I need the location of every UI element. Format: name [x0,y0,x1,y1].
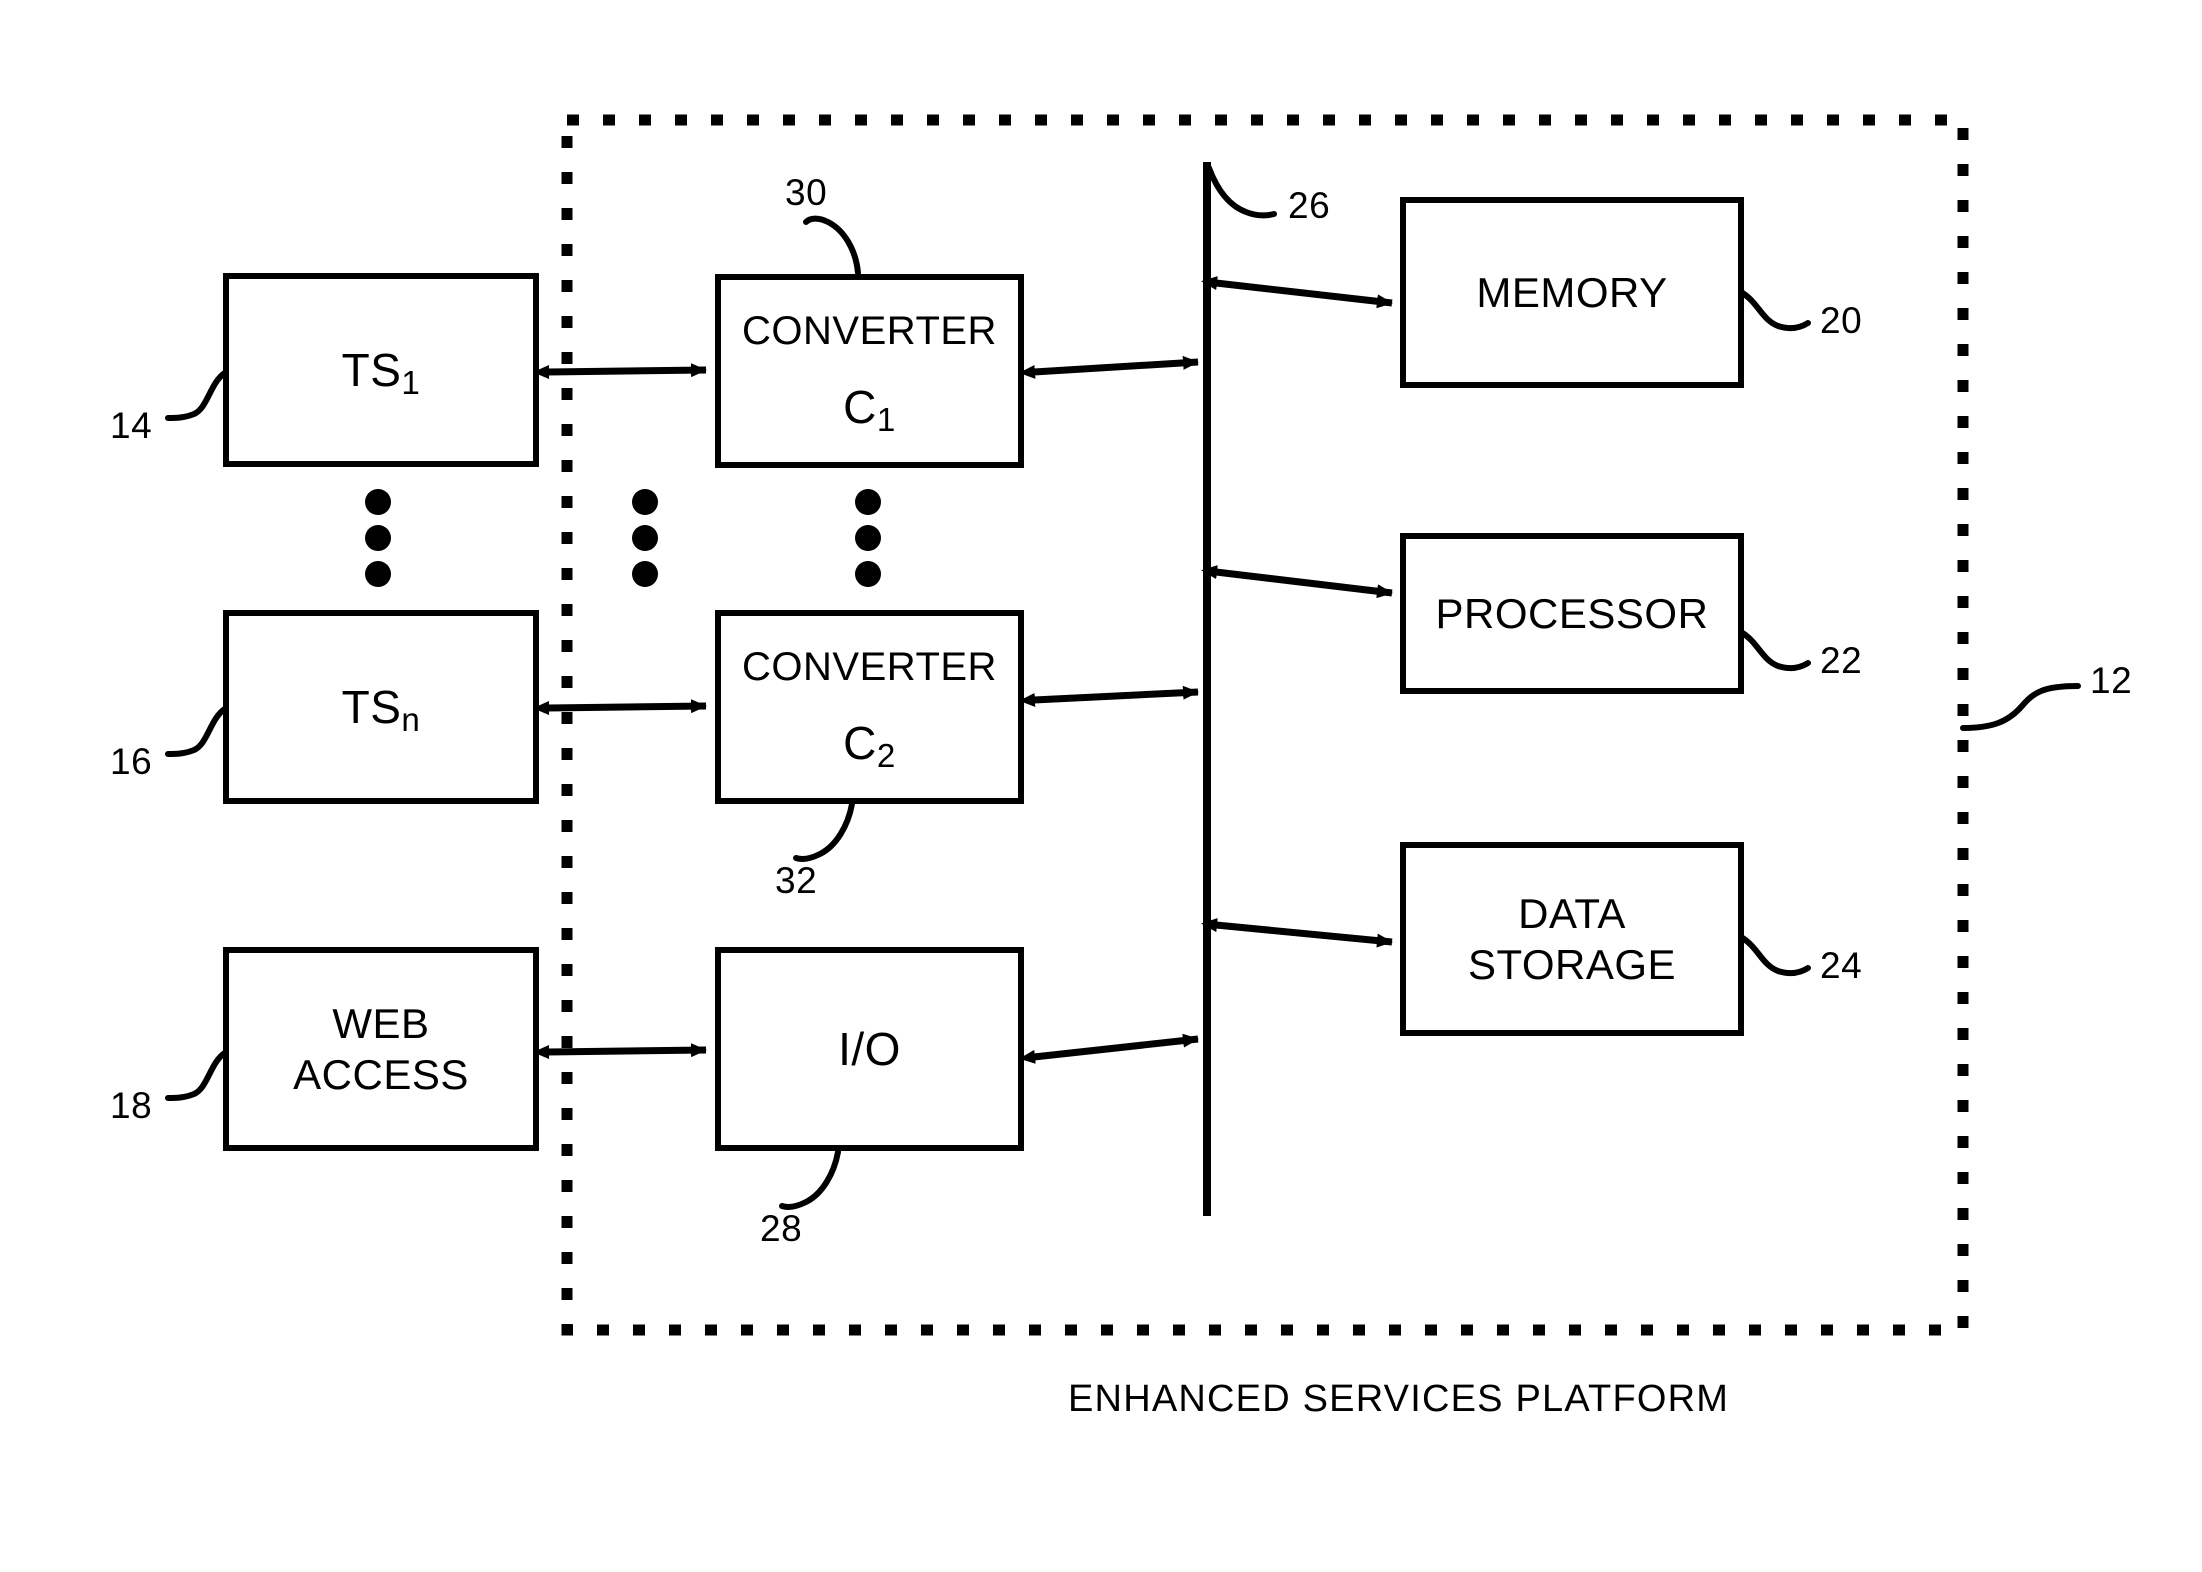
arrow-bus-to-processor [1201,565,1393,599]
ellipsis-terminals [365,489,391,587]
arrow-ts1-to-converter-c1 [533,363,707,379]
converter-c1-box [715,274,1024,468]
leader-ref-14 [165,369,229,421]
processor-box [1400,533,1744,694]
ref-number-32: 32 [775,860,818,901]
ref-number-24: 24 [1820,945,1863,986]
ref-number-30: 30 [785,172,828,213]
web-access-box [223,947,539,1151]
ref-number-20: 20 [1820,300,1863,341]
leader-ref-32 [793,801,855,862]
ref-number-26: 26 [1288,185,1331,226]
ref-number-12: 12 [2090,660,2133,701]
ref-number-18: 18 [110,1085,153,1126]
ref-number-14: 14 [110,405,153,446]
leader-ref-28 [779,1149,841,1210]
ts1-box [223,273,539,467]
ellipsis-boundary [632,489,658,587]
arrow-bus-to-memory [1201,276,1393,309]
leader-ref-18 [165,1049,229,1101]
diagram-vector-layer [165,114,2081,1336]
leader-ref-30 [803,215,861,276]
leader-ref-12 [1960,683,2081,731]
converter-c2-box [715,610,1024,804]
leader-ref-20 [1738,289,1811,332]
arrow-converter-c2-to-bus [1019,685,1199,707]
memory-box [1400,197,1744,388]
leader-ref-22 [1738,629,1811,672]
patent-figure-diagram: TS1 TSn WEB ACCESS CONVERTER C1 CONVERTE… [0,0,2202,1572]
arrow-web-access-to-io [533,1043,707,1059]
figure-caption: ENHANCED SERVICES PLATFORM [1068,1378,1730,1420]
arrow-io-to-bus [1019,1033,1199,1064]
io-box [715,947,1024,1151]
leader-ref-24 [1738,934,1811,977]
leader-ref-16 [165,705,229,757]
ref-number-16: 16 [110,741,153,782]
arrow-tsn-to-converter-c2 [533,699,707,715]
arrow-converter-c1-to-bus [1019,355,1199,379]
ref-number-28: 28 [760,1208,803,1249]
arrow-bus-to-data-storage [1201,918,1393,948]
ref-number-22: 22 [1820,640,1863,681]
ellipsis-converters [855,489,881,587]
leader-ref-26 [1206,165,1277,219]
tsn-box [223,610,539,804]
data-storage-box [1400,842,1744,1036]
